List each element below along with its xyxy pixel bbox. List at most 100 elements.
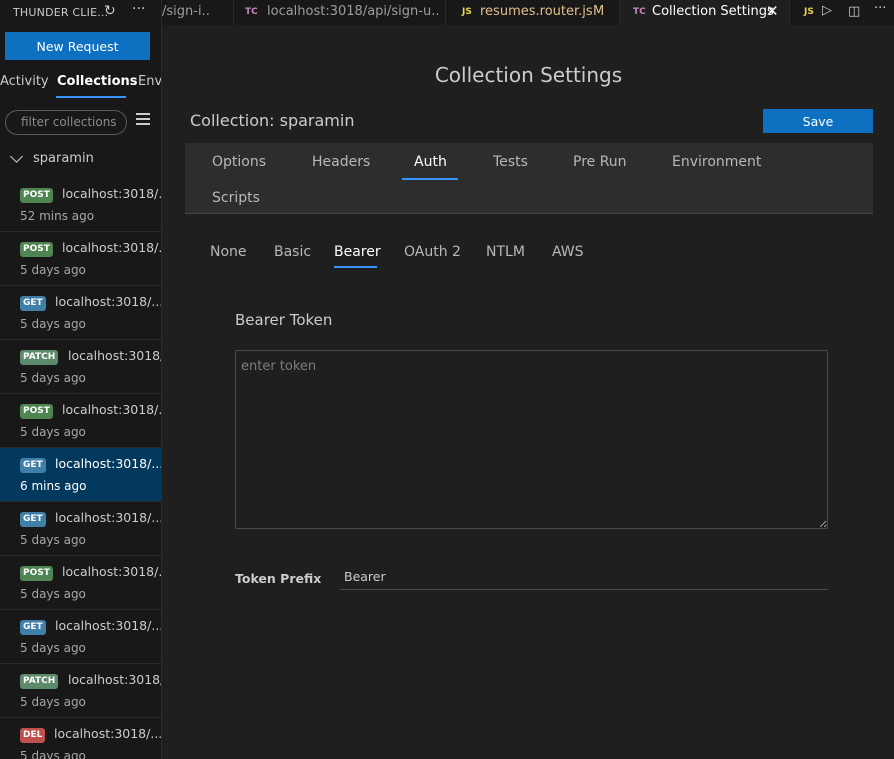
auth-tab-ntlm[interactable]: NTLM: [486, 244, 525, 260]
tab-pre-run[interactable]: Pre Run: [573, 154, 627, 170]
method-badge: POST: [20, 404, 53, 419]
run-icon[interactable]: ▷: [822, 3, 832, 18]
sidebar-title-bar: THUNDER CLIE... ↻ ···: [0, 0, 161, 25]
method-badge: POST: [20, 188, 53, 203]
request-url: localhost:3018/...: [55, 510, 162, 525]
sidebar-tabs: Activity Collections Env: [0, 72, 161, 98]
request-url: localhost:3018/...: [68, 348, 161, 363]
request-time: 5 days ago: [20, 749, 86, 759]
request-time: 5 days ago: [20, 695, 86, 709]
editor-tab-resumes-router[interactable]: JS resumes.router.js M: [446, 0, 620, 25]
request-item[interactable]: POST localhost:3018/... 5 days ago: [0, 394, 161, 448]
request-item[interactable]: DEL localhost:3018/... 5 days ago: [0, 718, 162, 759]
chevron-down-icon: [10, 150, 23, 163]
auth-tab-aws[interactable]: AWS: [552, 244, 584, 260]
request-url: localhost:3018/...: [55, 294, 162, 309]
editor-tab-collection-settings[interactable]: TC Collection Settings ✕: [620, 0, 790, 25]
request-list: POST localhost:3018/... 52 mins ago POST loc…: [0, 178, 162, 759]
auth-tab-basic[interactable]: Basic: [274, 244, 311, 260]
editor-tab-sign-in[interactable]: /sign-i..: [162, 0, 234, 25]
request-time: 5 days ago: [20, 263, 86, 277]
tab-environment[interactable]: Environment: [672, 154, 761, 170]
page-title: Collection Settings: [434, 63, 623, 87]
close-icon[interactable]: ✕: [766, 2, 779, 20]
javascript-file-icon: JS: [462, 7, 472, 17]
tab-env[interactable]: Env: [138, 74, 161, 89]
method-badge: POST: [20, 566, 53, 581]
method-badge: DEL: [20, 728, 46, 743]
request-item[interactable]: PATCH localhost:3018/... 5 days ago: [0, 340, 161, 394]
filter-collections-input[interactable]: filter collections: [5, 110, 127, 135]
method-badge: PATCH: [20, 674, 59, 689]
active-auth-tab-indicator: [334, 266, 377, 268]
request-url: localhost:3018/...: [68, 672, 161, 687]
request-item[interactable]: POST localhost:3018/... 5 days ago: [0, 232, 162, 286]
collection-header[interactable]: sparamin: [0, 148, 161, 172]
request-item[interactable]: GET localhost:3018/... 5 days ago: [0, 502, 162, 556]
editor-tab-label: /sign-i..: [162, 4, 210, 19]
method-badge: POST: [20, 242, 53, 257]
split-editor-icon[interactable]: ◫: [848, 4, 860, 19]
tab-scripts[interactable]: Scripts: [212, 190, 260, 206]
more-actions-icon[interactable]: ···: [874, 1, 886, 16]
method-badge: PATCH: [20, 350, 59, 365]
request-time: 5 days ago: [20, 533, 86, 547]
request-item[interactable]: GET localhost:3018/... 6 mins ago: [0, 448, 162, 502]
auth-tab-oauth2[interactable]: OAuth 2: [404, 244, 461, 260]
refresh-icon[interactable]: ↻: [104, 3, 116, 19]
editor-tab-label: resumes.router.js: [480, 4, 593, 19]
request-item[interactable]: PATCH localhost:3018/... 5 days ago: [0, 664, 161, 718]
thunder-client-file-icon: TC: [633, 7, 646, 17]
request-url: localhost:3018/...: [54, 726, 162, 741]
method-badge: GET: [20, 296, 46, 311]
bearer-token-input[interactable]: [235, 350, 828, 529]
request-item[interactable]: POST localhost:3018/... 5 days ago: [0, 556, 162, 610]
collection-title: Collection: sparamin: [190, 111, 355, 130]
bearer-token-label: Bearer Token: [235, 311, 333, 329]
request-item[interactable]: GET localhost:3018/... 5 days ago: [0, 286, 162, 340]
editor-tab-bar: /sign-i.. TC localhost:3018/api/sign-u..…: [162, 0, 894, 25]
request-time: 52 mins ago: [20, 209, 95, 223]
collection-name: sparamin: [33, 151, 94, 166]
method-badge: GET: [20, 512, 46, 527]
request-url: localhost:3018/...: [55, 618, 162, 633]
request-time: 5 days ago: [20, 587, 86, 601]
tab-collections[interactable]: Collections: [57, 74, 138, 89]
new-request-button[interactable]: New Request: [5, 32, 150, 60]
modified-indicator: M: [593, 4, 605, 19]
javascript-file-icon: JS: [804, 7, 814, 17]
menu-icon[interactable]: [135, 111, 151, 127]
tab-auth[interactable]: Auth: [414, 154, 447, 170]
sidebar-title: THUNDER CLIE...: [13, 6, 109, 19]
sidebar: THUNDER CLIE... ↻ ··· New Request Activi…: [0, 0, 162, 759]
editor-tab-label: Collection Settings: [652, 4, 774, 19]
active-settings-tab-indicator: [402, 178, 458, 180]
request-url: localhost:3018/...: [62, 186, 162, 201]
tab-headers[interactable]: Headers: [312, 154, 370, 170]
token-prefix-input[interactable]: [340, 564, 828, 590]
token-prefix-label: Token Prefix: [235, 571, 322, 586]
settings-tabs: Options Headers Auth Tests Pre Run Envir…: [185, 143, 873, 214]
collection-settings-panel: Collection Settings Collection: sparamin…: [163, 25, 894, 759]
editor-tab-js[interactable]: JS: [790, 0, 820, 25]
request-item[interactable]: POST localhost:3018/... 52 mins ago: [0, 178, 162, 232]
request-item[interactable]: GET localhost:3018/... 5 days ago: [0, 610, 162, 664]
tab-tests[interactable]: Tests: [493, 154, 528, 170]
request-url: localhost:3018/...: [55, 456, 162, 471]
auth-tab-bearer[interactable]: Bearer: [334, 244, 381, 260]
thunder-client-file-icon: TC: [245, 7, 258, 17]
request-time: 5 days ago: [20, 317, 86, 331]
method-badge: GET: [20, 458, 46, 473]
more-icon[interactable]: ···: [132, 1, 145, 17]
request-time: 5 days ago: [20, 641, 86, 655]
editor-tab-label: localhost:3018/api/sign-u..: [267, 4, 440, 19]
editor-tab-sign-up[interactable]: TC localhost:3018/api/sign-u..: [234, 0, 446, 25]
request-time: 6 mins ago: [20, 479, 87, 493]
request-url: localhost:3018/...: [62, 564, 162, 579]
auth-tab-none[interactable]: None: [210, 244, 247, 260]
save-button[interactable]: Save: [763, 109, 873, 133]
tab-activity[interactable]: Activity: [0, 74, 49, 89]
tab-options[interactable]: Options: [212, 154, 266, 170]
request-url: localhost:3018/...: [62, 240, 162, 255]
active-tab-indicator: [56, 96, 126, 98]
